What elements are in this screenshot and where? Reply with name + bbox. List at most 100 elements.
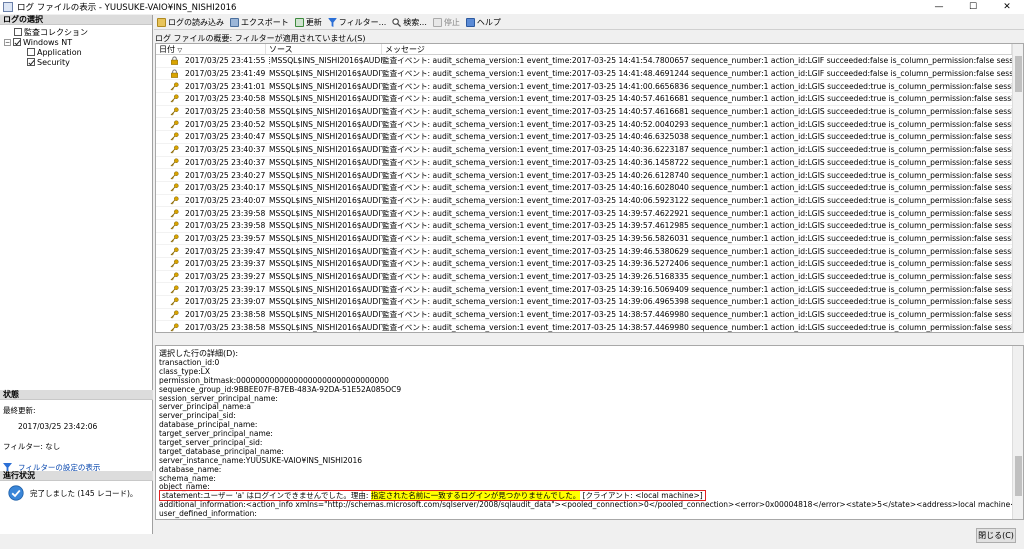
key-icon bbox=[170, 310, 179, 319]
table-row[interactable]: 2017/03/25 23:40:37 MSSQL$INS_NISHI2016$A… bbox=[156, 144, 1023, 157]
table-row[interactable]: 2017/03/25 23:40:37 MSSQL$INS_NISHI2016$A… bbox=[156, 157, 1023, 170]
key-icon bbox=[170, 145, 179, 154]
table-row[interactable]: 2017/03/25 23:38:58 MSSQL$INS_NISHI2016$A… bbox=[156, 321, 1023, 332]
cell-source: MSSQL$INS_NISHI2016$AUDIT bbox=[269, 310, 382, 320]
detail-line: database_name: bbox=[159, 464, 222, 474]
key-icon bbox=[170, 247, 179, 256]
detail-line: database_principal_name: bbox=[159, 420, 258, 430]
checkbox-security[interactable] bbox=[27, 58, 35, 66]
table-row[interactable]: 2017/03/25 23:39:58 MSSQL$INS_NISHI2016$A… bbox=[156, 220, 1023, 233]
log-selection-header: ログの選択 bbox=[0, 15, 152, 25]
table-row[interactable]: 2017/03/25 23:40:58 MSSQL$INS_NISHI2016$A… bbox=[156, 106, 1023, 119]
tree-item-application[interactable]: Application bbox=[27, 47, 82, 57]
log-tree: 監査コレクション − Windows NT Application Securi… bbox=[0, 25, 152, 385]
checkbox-windows-nt[interactable] bbox=[13, 38, 21, 46]
key-icon bbox=[170, 259, 179, 268]
table-row[interactable]: 2017/03/25 23:40:58 MSSQL$INS_NISHI2016$A… bbox=[156, 93, 1023, 106]
refresh-button[interactable]: 更新 bbox=[294, 17, 322, 28]
help-button[interactable]: ヘルプ bbox=[465, 17, 501, 28]
minimize-button[interactable]: — bbox=[922, 0, 956, 14]
table-row[interactable]: 2017/03/25 23:39:57 MSSQL$INS_NISHI2016$A… bbox=[156, 233, 1023, 246]
column-header-message[interactable]: メッセージ bbox=[382, 44, 1012, 54]
search-icon bbox=[392, 17, 402, 27]
grid-vertical-scrollbar[interactable] bbox=[1012, 44, 1023, 332]
cell-source: MSSQL$INS_NISHI2016$AUDIT bbox=[269, 233, 382, 243]
table-row[interactable]: 2017/03/25 23:40:17 MSSQL$INS_NISHI2016$A… bbox=[156, 182, 1023, 195]
tree-label: Security bbox=[37, 57, 70, 67]
cell-source: MSSQL$INS_NISHI2016$AUDIT bbox=[269, 284, 382, 294]
cell-message: 監査イベント: audit_schema_version:1 event_tim… bbox=[382, 81, 1012, 91]
cell-source: MSSQL$INS_NISHI2016$AUDIT bbox=[269, 297, 382, 307]
lock-icon bbox=[171, 56, 178, 66]
table-row[interactable]: 2017/03/25 23:40:07 MSSQL$INS_NISHI2016$A… bbox=[156, 195, 1023, 208]
checkbox-audit-collection[interactable] bbox=[14, 28, 22, 36]
table-row[interactable]: 2017/03/25 23:39:47 MSSQL$INS_NISHI2016$A… bbox=[156, 245, 1023, 258]
statement-prefix: statement:ユーザー 'a' はログインできませんでした。理由: bbox=[162, 491, 371, 501]
detail-line: sequence_group_id:9BBEE07F-B7EB-483A-92D… bbox=[159, 384, 402, 394]
grid-body: 2017/03/25 23:41:55 MSSQL$INS_NISHI2016$A… bbox=[156, 55, 1023, 332]
load-log-label: ログの読み込み bbox=[168, 17, 224, 27]
table-row[interactable]: 2017/03/25 23:39:27 MSSQL$INS_NISHI2016$A… bbox=[156, 271, 1023, 284]
tree-item-security[interactable]: Security bbox=[27, 57, 70, 67]
key-icon bbox=[170, 209, 179, 218]
table-row[interactable]: 2017/03/25 23:39:58 MSSQL$INS_NISHI2016$A… bbox=[156, 207, 1023, 220]
cell-date: 2017/03/25 23:41:55 bbox=[156, 56, 266, 65]
detail-line: server_principal_sid: bbox=[159, 411, 236, 421]
table-row[interactable]: 2017/03/25 23:41:01 MSSQL$INS_NISHI2016$A… bbox=[156, 80, 1023, 94]
statement-suffix: [クライアント: <local machine>] bbox=[580, 491, 703, 501]
window-controls: — ☐ ✕ bbox=[922, 0, 1024, 14]
table-row[interactable]: 2017/03/25 23:39:17 MSSQL$INS_NISHI2016$A… bbox=[156, 283, 1023, 297]
cell-source: MSSQL$INS_NISHI2016$AUDIT bbox=[269, 69, 382, 79]
cell-message: 監査イベント: audit_schema_version:1 event_tim… bbox=[382, 246, 1012, 256]
stop-label: 停止 bbox=[443, 17, 460, 27]
column-header-date[interactable]: 日付 ▽ bbox=[156, 44, 266, 54]
cell-date: 2017/03/25 23:39:17 bbox=[156, 285, 266, 294]
last-update-value: 2017/03/25 23:42:06 bbox=[18, 422, 98, 431]
cell-date: 2017/03/25 23:39:07 bbox=[156, 297, 266, 306]
cell-message: 監査イベント: audit_schema_version:1 event_tim… bbox=[382, 119, 1012, 129]
stop-button[interactable]: 停止 bbox=[432, 17, 460, 28]
bottom-bar: 閉じる(C) bbox=[154, 521, 1024, 549]
close-window-button[interactable]: ✕ bbox=[990, 0, 1024, 14]
cell-message: 監査イベント: audit_schema_version:1 event_tim… bbox=[382, 183, 1012, 193]
search-button[interactable]: 検索... bbox=[392, 17, 427, 28]
scroll-thumb[interactable] bbox=[1015, 56, 1022, 92]
export-button[interactable]: エクスポート bbox=[230, 17, 289, 28]
cell-date: 2017/03/25 23:41:49 bbox=[156, 69, 266, 78]
details-scroll-thumb[interactable] bbox=[1015, 456, 1022, 496]
key-icon bbox=[170, 170, 179, 179]
cell-date: 2017/03/25 23:39:27 bbox=[156, 272, 266, 281]
details-vertical-scrollbar[interactable] bbox=[1012, 346, 1023, 519]
table-row[interactable]: 2017/03/25 23:39:37 MSSQL$INS_NISHI2016$A… bbox=[156, 258, 1023, 271]
toolbar: ログの読み込み エクスポート 更新 フィルター... 検索... 停止 ヘルプ bbox=[154, 15, 1024, 30]
cell-date: 2017/03/25 23:39:58 bbox=[156, 221, 266, 230]
cell-source: MSSQL$INS_NISHI2016$AUDIT bbox=[269, 145, 382, 155]
table-row[interactable]: 2017/03/25 23:39:07 MSSQL$INS_NISHI2016$A… bbox=[156, 296, 1023, 309]
filter-button[interactable]: フィルター... bbox=[327, 17, 386, 28]
table-row[interactable]: 2017/03/25 23:40:52 MSSQL$INS_NISHI2016$A… bbox=[156, 118, 1023, 132]
collapse-icon[interactable]: − bbox=[4, 38, 11, 46]
tree-item-windows-nt[interactable]: − Windows NT bbox=[4, 37, 72, 47]
cell-source: MSSQL$INS_NISHI2016$AUDIT bbox=[269, 170, 382, 180]
tree-item-audit-collection[interactable]: 監査コレクション bbox=[14, 27, 88, 37]
table-row[interactable]: 2017/03/25 23:38:58 MSSQL$INS_NISHI2016$A… bbox=[156, 309, 1023, 322]
column-header-source[interactable]: ソース bbox=[266, 44, 382, 54]
cell-message: 監査イベント: audit_schema_version:1 event_tim… bbox=[382, 107, 1012, 117]
help-label: ヘルプ bbox=[476, 17, 501, 27]
checkbox-application[interactable] bbox=[27, 48, 35, 56]
table-row[interactable]: 2017/03/25 23:41:49 MSSQL$INS_NISHI2016$A… bbox=[156, 68, 1023, 81]
tree-label: Application bbox=[37, 47, 82, 57]
table-row[interactable]: 2017/03/25 23:41:55 MSSQL$INS_NISHI2016$A… bbox=[156, 55, 1023, 68]
table-row[interactable]: 2017/03/25 23:40:27 MSSQL$INS_NISHI2016$A… bbox=[156, 169, 1023, 182]
cell-message: 監査イベント: audit_schema_version:1 event_tim… bbox=[382, 56, 1012, 66]
cell-date: 2017/03/25 23:40:17 bbox=[156, 183, 266, 192]
cell-source: MSSQL$INS_NISHI2016$AUDIT bbox=[269, 157, 382, 167]
key-icon bbox=[170, 221, 179, 230]
table-row[interactable]: 2017/03/25 23:40:47 MSSQL$INS_NISHI2016$A… bbox=[156, 131, 1023, 144]
close-button[interactable]: 閉じる(C) bbox=[976, 528, 1016, 543]
load-log-button[interactable]: ログの読み込み bbox=[157, 17, 224, 28]
maximize-button[interactable]: ☐ bbox=[956, 0, 990, 14]
key-icon bbox=[170, 158, 179, 167]
cell-source: MSSQL$INS_NISHI2016$AUDIT bbox=[269, 195, 382, 205]
cell-date: 2017/03/25 23:40:58 bbox=[156, 107, 266, 116]
